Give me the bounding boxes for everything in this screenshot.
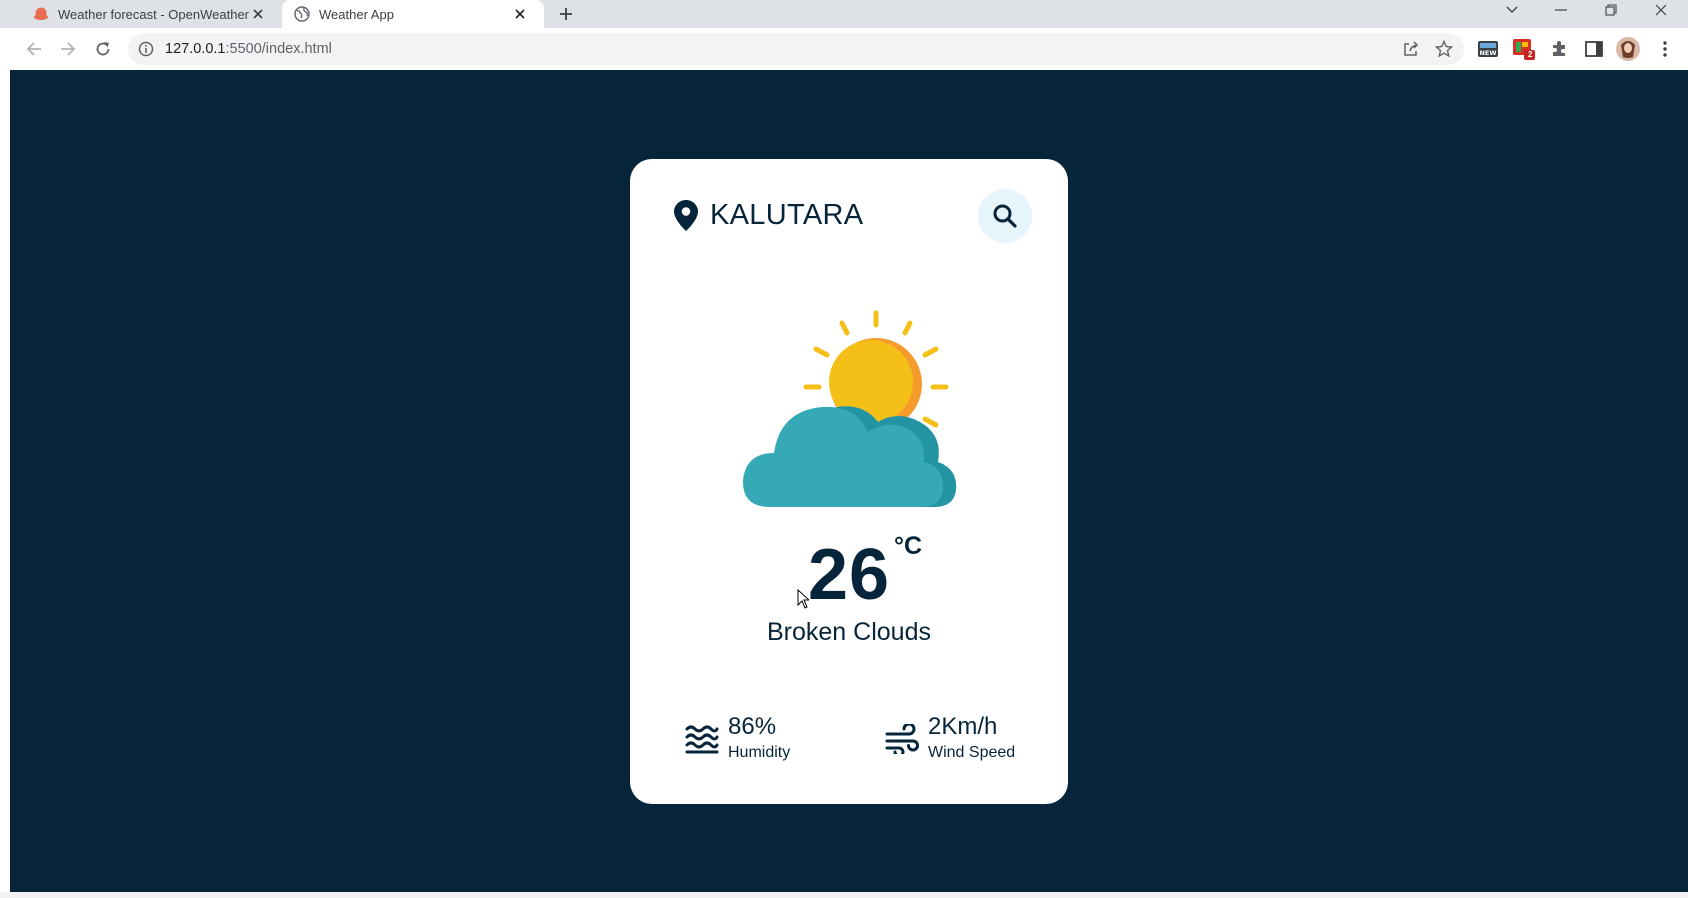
url-host: 127.0.0.1 — [165, 41, 226, 57]
globe-icon — [294, 6, 310, 22]
profile-avatar[interactable] — [1616, 37, 1640, 61]
page-viewport: KALUTARA 26 °C Broken Clouds 86% Humidit… — [10, 70, 1688, 892]
search-icon — [993, 204, 1017, 228]
minimize-icon — [1555, 9, 1567, 11]
arrow-left-icon — [26, 42, 41, 56]
browser-toolbar: 127.0.0.1:5500/index.html NEW 2 — [0, 28, 1688, 70]
arrow-right-icon — [61, 42, 76, 56]
wind-stat: 2Km/h Wind Speed — [885, 713, 1035, 763]
humidity-label: Humidity — [728, 744, 791, 761]
temperature-unit: °C — [894, 532, 923, 560]
temperature: 26 °C — [630, 532, 1068, 615]
tab-strip: Weather forecast - OpenWeather Weather A… — [0, 0, 1688, 28]
tab-weather-app[interactable]: Weather App — [282, 0, 544, 28]
tab-title: Weather App — [319, 6, 394, 22]
city-name: KALUTARA — [710, 199, 864, 231]
wind-value: 2Km/h — [928, 713, 998, 740]
info-icon[interactable] — [138, 41, 154, 57]
extension-badge: 2 — [1528, 50, 1533, 59]
close-icon — [1655, 4, 1667, 16]
humidity-waves-icon — [685, 725, 719, 754]
url-text: 127.0.0.1:5500/index.html — [165, 41, 332, 57]
app-extension-icon[interactable]: 2 — [1512, 37, 1536, 61]
new-extension-icon[interactable]: NEW — [1476, 37, 1500, 61]
address-bar[interactable]: 127.0.0.1:5500/index.html — [128, 33, 1464, 65]
chevron-down-icon — [1506, 6, 1518, 13]
mouse-cursor-icon — [797, 589, 809, 609]
tab-openweather[interactable]: Weather forecast - OpenWeather — [0, 0, 282, 28]
svg-text:NEW: NEW — [1479, 49, 1496, 57]
restore-icon — [1605, 4, 1617, 16]
close-tab-icon[interactable] — [510, 4, 530, 24]
broken-clouds-icon — [742, 310, 957, 507]
new-tab-button[interactable] — [554, 2, 578, 26]
bookmark-star-icon[interactable] — [1433, 38, 1455, 60]
close-tab-icon[interactable] — [248, 4, 268, 24]
bottom-strip — [0, 892, 1688, 898]
search-button[interactable] — [978, 189, 1032, 243]
reload-icon — [96, 42, 110, 56]
tab-title: Weather forecast - OpenWeather — [58, 6, 250, 22]
weather-description: Broken Clouds — [767, 618, 931, 646]
wind-label: Wind Speed — [928, 744, 1016, 761]
temperature-value: 26 — [807, 535, 891, 615]
puzzle-icon[interactable] — [1547, 37, 1571, 61]
reload-button[interactable] — [91, 37, 115, 61]
kebab-menu-icon[interactable] — [1653, 37, 1677, 61]
weather-card: KALUTARA 26 °C Broken Clouds 86% Humidit… — [630, 159, 1068, 804]
humidity-value: 86% — [728, 713, 777, 740]
wind-icon — [885, 724, 919, 754]
restore-button[interactable] — [1587, 0, 1635, 20]
minimize-button[interactable] — [1537, 0, 1585, 20]
side-panel-icon[interactable] — [1582, 37, 1606, 61]
forward-button[interactable] — [56, 37, 80, 61]
url-path: :5500/index.html — [225, 41, 332, 57]
openweather-icon — [34, 7, 48, 20]
tab-search-button[interactable] — [1488, 0, 1536, 20]
location-pin-icon — [674, 200, 698, 231]
close-window-button[interactable] — [1637, 0, 1685, 20]
back-button[interactable] — [22, 37, 46, 61]
humidity-stat: 86% Humidity — [685, 713, 835, 763]
plus-icon — [560, 8, 572, 20]
share-icon[interactable] — [1400, 38, 1422, 60]
